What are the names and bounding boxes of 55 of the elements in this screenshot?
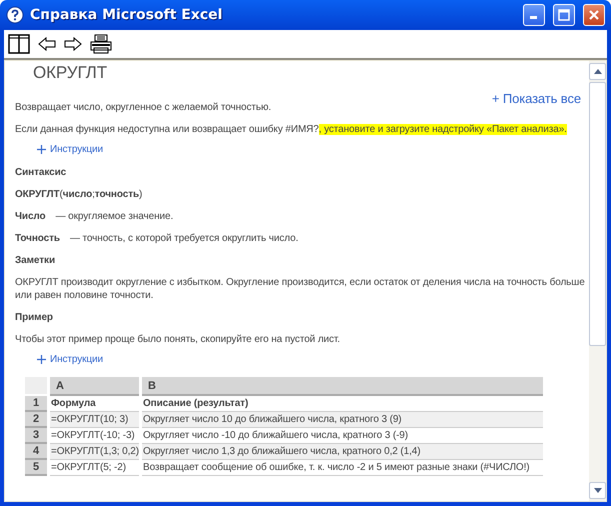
example-text: Чтобы этот пример проще было понять, скопируйте его на пустой лист. bbox=[15, 333, 341, 346]
table-cell: =ОКРУГЛТ(5; -2) bbox=[50, 460, 139, 476]
toolbar-button[interactable] bbox=[90, 34, 112, 54]
minimize-button[interactable] bbox=[523, 4, 545, 26]
argument-description: — точность, с которой требуется округлить число. bbox=[70, 232, 298, 245]
panes-icon bbox=[8, 34, 30, 54]
toolbar-button[interactable] bbox=[8, 34, 30, 54]
column-header: A bbox=[50, 377, 139, 396]
scroll-up-button[interactable] bbox=[589, 63, 606, 80]
table-cell: Округляет число 10 до ближайшего числа, кратного 3 (9) bbox=[142, 412, 543, 428]
article-title: ОКРУГЛТ bbox=[33, 63, 108, 83]
help-icon bbox=[6, 6, 24, 24]
back-arrow-icon bbox=[38, 37, 56, 51]
scroll-thumb[interactable] bbox=[589, 82, 606, 346]
row-number: 1 bbox=[25, 396, 47, 412]
notice-text: Если данная функция недоступна или возвращает ошибку #ИМЯ?, установите и загрузите надстройку «Пакет анализа». bbox=[15, 123, 568, 136]
table-cell: Округляет число 1,3 до ближайшего числа, кратного 0,2 (1,4) bbox=[142, 444, 543, 460]
section-heading: Заметки bbox=[15, 254, 56, 267]
table-cell: =ОКРУГЛТ(-10; -3) bbox=[50, 428, 139, 444]
argument-description: — округляемое значение. bbox=[56, 210, 174, 223]
row-number: 5 bbox=[25, 460, 47, 476]
forward-arrow-icon bbox=[64, 37, 82, 51]
printer-icon bbox=[90, 34, 112, 54]
table-cell: Округляет число -10 до ближайшего числа, кратного 3 (-9) bbox=[142, 428, 543, 444]
argument-name: Точность bbox=[15, 232, 60, 245]
toolbar-button[interactable] bbox=[64, 37, 82, 51]
instructions-link[interactable]: Инструкции bbox=[37, 354, 104, 365]
toolbar-button[interactable] bbox=[38, 37, 56, 51]
down-arrow-icon bbox=[594, 488, 602, 493]
scroll-down-button[interactable] bbox=[589, 482, 606, 499]
row-number: 3 bbox=[25, 428, 47, 444]
section-heading: Пример bbox=[15, 311, 54, 324]
table-cell: Возвращает сообщение об ошибке, т. к. число -2 и 5 имеют разные знаки (#ЧИСЛО!) bbox=[142, 460, 543, 476]
section-heading: Синтаксис bbox=[15, 166, 68, 179]
plus-icon bbox=[37, 145, 46, 154]
maximize-icon bbox=[558, 9, 570, 21]
table-cell: =ОКРУГЛТ(1,3; 0,2) bbox=[50, 444, 139, 460]
table-cell: =ОКРУГЛТ(10; 3) bbox=[50, 412, 139, 428]
table-cell: Формула bbox=[50, 396, 139, 412]
maximize-button[interactable] bbox=[553, 4, 575, 26]
column-header: B bbox=[142, 377, 543, 396]
up-arrow-icon bbox=[594, 69, 602, 74]
syntax-text: ОКРУГЛТ(число;точность) bbox=[15, 188, 144, 201]
show-all-link[interactable]: + Показать все bbox=[492, 91, 581, 106]
instructions-link[interactable]: Инструкции bbox=[37, 144, 104, 155]
close-icon bbox=[588, 9, 600, 21]
summary-text: Возвращает число, округленное с желаемой точностью. bbox=[15, 101, 272, 114]
row-number: 2 bbox=[25, 412, 47, 428]
row-number: 4 bbox=[25, 444, 47, 460]
notes-text: ОКРУГЛТ производит округление с избытком. Округление производится, если остаток от деления числа на точность больше или равен половине точности. bbox=[15, 276, 586, 302]
window-title: Справка Microsoft Excel bbox=[30, 7, 224, 23]
argument-name: Число bbox=[15, 210, 46, 223]
close-button[interactable] bbox=[583, 4, 605, 26]
table-cell: Описание (результат) bbox=[142, 396, 543, 412]
plus-icon bbox=[37, 355, 46, 364]
